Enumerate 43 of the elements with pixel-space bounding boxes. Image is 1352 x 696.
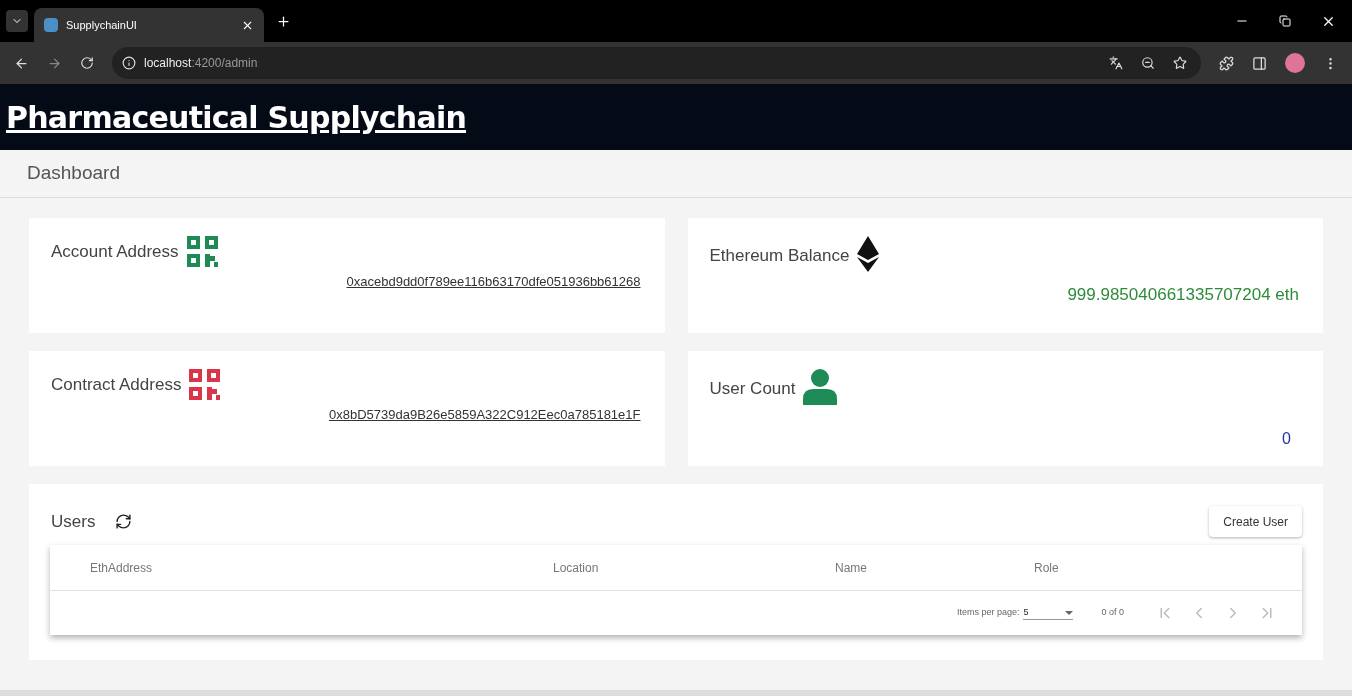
reload-icon[interactable] xyxy=(80,56,94,70)
dropdown-caret-icon xyxy=(1065,610,1074,615)
address-link[interactable]: 0x8bD5739da9B26e5859A322C912Eec0a785181e1F xyxy=(328,405,641,425)
app-title-link[interactable]: Pharmaceutical Supplychain xyxy=(6,94,467,140)
info-icon xyxy=(122,56,136,70)
card-label: Ethereum Balance xyxy=(709,244,850,267)
column-header: Name xyxy=(835,559,868,577)
page-title: Dashboard xyxy=(27,161,120,186)
card-value: 0 xyxy=(1282,429,1291,449)
favicon-icon xyxy=(44,18,58,32)
new-tab-icon[interactable] xyxy=(276,13,291,29)
zoom-icon[interactable] xyxy=(1141,56,1155,70)
card-label: Contract Address xyxy=(51,373,182,396)
restore-icon[interactable] xyxy=(1279,15,1291,27)
page-range: 0 of 0 xyxy=(1101,606,1124,620)
bookmark-icon[interactable] xyxy=(1173,56,1187,70)
create-user-button[interactable]: Create User xyxy=(1209,506,1302,537)
ethereum-icon xyxy=(857,236,880,272)
refresh-icon[interactable] xyxy=(115,513,133,530)
side-panel-icon[interactable] xyxy=(1252,55,1267,71)
url-text: localhost:4200/admin xyxy=(144,55,259,72)
back-icon[interactable] xyxy=(14,55,29,71)
column-header: EthAddress xyxy=(89,559,154,577)
browser-tab[interactable]: SupplychainUI xyxy=(34,8,264,42)
qr-code-icon xyxy=(189,369,222,401)
items-per-page-label: Items per page: xyxy=(956,606,1020,620)
users-title: Users xyxy=(51,510,96,533)
page-size-select[interactable]: 5 xyxy=(1023,605,1074,621)
column-header: Role xyxy=(1034,559,1060,577)
address-link[interactable]: 0xacebd9dd0f789ee116b63170dfe051936bb61268 xyxy=(346,272,641,292)
card-value: 999.985040661335707204 eth xyxy=(1067,284,1299,306)
tab-title: SupplychainUI xyxy=(66,17,138,33)
column-header: Location xyxy=(553,559,600,577)
forward-icon[interactable] xyxy=(47,55,62,71)
translate-icon[interactable] xyxy=(1109,56,1123,70)
extensions-icon[interactable] xyxy=(1219,55,1234,71)
qr-code-icon xyxy=(186,236,219,268)
card-label: Account Address xyxy=(51,240,179,263)
profile-avatar[interactable] xyxy=(1285,53,1305,73)
address-bar[interactable]: localhost:4200/admin xyxy=(112,47,1201,79)
card-label: User Count xyxy=(709,377,796,400)
tab-list-button[interactable] xyxy=(6,10,28,32)
user-icon xyxy=(803,369,838,405)
